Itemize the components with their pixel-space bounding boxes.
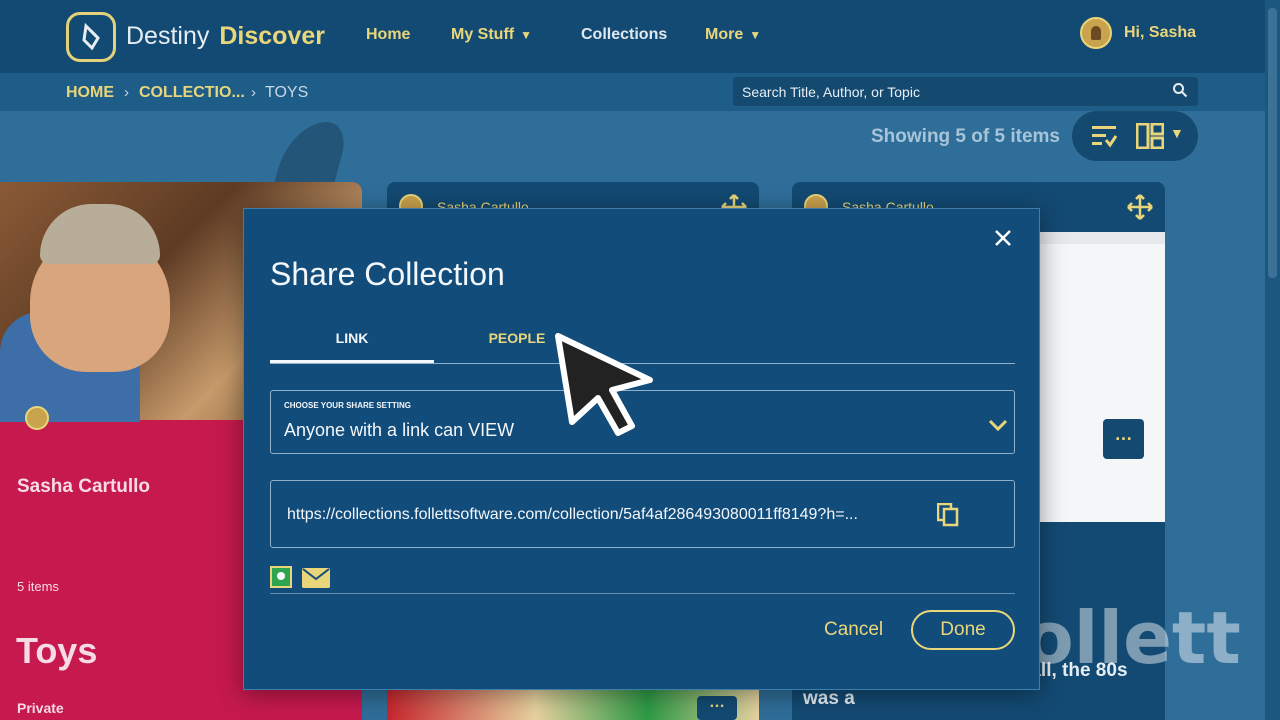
- chevron-right-icon: ›: [124, 84, 129, 101]
- nav-my-stuff[interactable]: My Stuff ▼: [451, 26, 532, 44]
- chevron-right-icon: ›: [251, 84, 256, 101]
- card-title: Toys: [16, 630, 98, 671]
- copy-icon[interactable]: [937, 503, 959, 527]
- owner-avatar: [25, 406, 49, 430]
- breadcrumb-home[interactable]: HOME: [66, 84, 114, 102]
- sort-filter-icon[interactable]: [1091, 124, 1117, 148]
- mouse-cursor-icon: [555, 333, 653, 436]
- view-tools: ▼: [1072, 111, 1198, 161]
- card-cover-image: [1040, 232, 1165, 522]
- close-icon[interactable]: [992, 227, 1014, 249]
- brand-name[interactable]: Destiny Discover: [126, 22, 325, 51]
- chevron-down-icon: ▼: [749, 28, 762, 42]
- share-link-field[interactable]: https://collections.follettsoftware.com/…: [270, 480, 1015, 548]
- nav-more[interactable]: More ▼: [705, 26, 761, 44]
- divider: [270, 593, 1015, 594]
- scrollbar-thumb[interactable]: [1268, 8, 1277, 278]
- more-options-button[interactable]: …: [1103, 419, 1144, 459]
- dialog-title: Share Collection: [270, 256, 505, 292]
- page-scrollbar[interactable]: [1265, 0, 1280, 720]
- nav-my-stuff-label: My Stuff: [451, 26, 515, 43]
- move-icon[interactable]: [1127, 194, 1153, 220]
- chevron-down-icon[interactable]: ▼: [1170, 125, 1184, 141]
- user-greeting: Hi, Sasha: [1124, 24, 1197, 41]
- cancel-button[interactable]: Cancel: [824, 619, 883, 641]
- user-avatar: [1080, 17, 1112, 49]
- breadcrumb-current: TOYS: [265, 84, 309, 101]
- results-count: Showing 5 of 5 items: [871, 126, 1060, 147]
- brand-destiny: Destiny: [126, 22, 210, 50]
- chevron-down-icon: [988, 419, 1008, 432]
- brand-discover: Discover: [219, 22, 325, 50]
- active-tab-indicator: [270, 360, 434, 363]
- breadcrumb-collections[interactable]: COLLECTIO...: [139, 84, 245, 102]
- nav-home-label: Home: [366, 26, 411, 43]
- email-icon[interactable]: [302, 568, 330, 588]
- tab-link[interactable]: LINK: [270, 330, 434, 346]
- destiny-logo-icon[interactable]: [66, 12, 116, 62]
- layout-grid-icon[interactable]: [1136, 123, 1164, 149]
- card-owner: Sasha Cartullo: [17, 476, 151, 497]
- share-link-url[interactable]: https://collections.follettsoftware.com/…: [287, 506, 919, 524]
- search-icon[interactable]: [1172, 82, 1188, 98]
- nav-home[interactable]: Home: [366, 26, 410, 44]
- user-menu[interactable]: Hi, Sasha: [1080, 17, 1196, 49]
- share-setting-label: CHOOSE YOUR SHARE SETTING: [284, 401, 411, 410]
- nav-more-label: More: [705, 26, 744, 43]
- card-item-count: 5 items: [17, 579, 59, 594]
- nav-collections-label: Collections: [581, 26, 668, 43]
- nav-collections[interactable]: Collections: [581, 26, 667, 44]
- done-button[interactable]: Done: [911, 610, 1015, 650]
- more-options-button[interactable]: …: [697, 695, 737, 720]
- chevron-down-icon: ▼: [520, 28, 532, 42]
- search-box: [733, 77, 1198, 106]
- google-classroom-icon[interactable]: [270, 566, 292, 588]
- search-input[interactable]: [733, 77, 1163, 106]
- top-nav-bar: Destiny Discover Home My Stuff ▼ Collectio…: [0, 0, 1265, 73]
- card-privacy: Private: [17, 700, 64, 716]
- share-setting-value: Anyone with a link can VIEW: [284, 420, 515, 440]
- share-collection-dialog: Share Collection LINK PEOPLE CHOOSE YOUR…: [243, 208, 1040, 690]
